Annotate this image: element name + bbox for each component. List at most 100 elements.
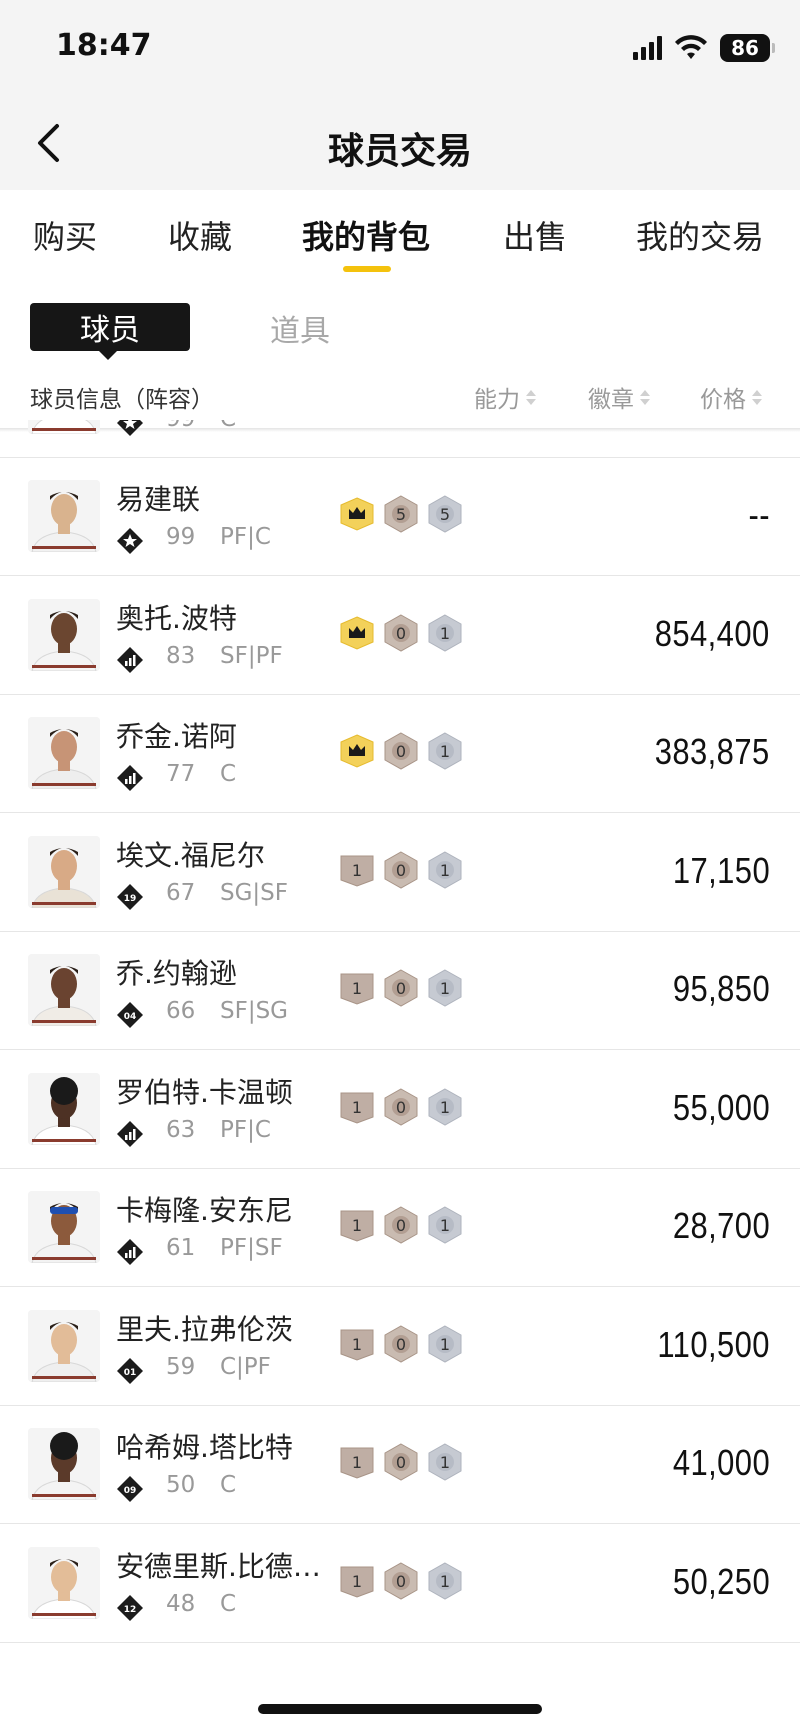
level-badge-icon: 1	[338, 850, 376, 890]
active-tab-indicator	[343, 266, 391, 272]
tab-sell[interactable]: 出售	[503, 212, 567, 258]
home-indicator	[258, 1704, 542, 1714]
player-name: 罗伯特.卡温顿	[116, 1075, 293, 1109]
status-time: 18:47	[56, 28, 152, 63]
svg-text:1: 1	[440, 861, 450, 880]
badge-group: 1 0 1	[338, 1087, 464, 1127]
svg-text:1: 1	[440, 1453, 450, 1472]
badge-group: 1 0 1	[338, 1442, 464, 1482]
svg-text:5: 5	[396, 505, 406, 524]
tier-icon	[116, 1120, 144, 1148]
player-rating: 48	[166, 1590, 196, 1617]
svg-text:1: 1	[440, 1216, 450, 1235]
player-name: 埃文.福尼尔	[116, 838, 265, 872]
tier-icon	[116, 527, 144, 555]
player-row[interactable]: 里夫.拉弗伦茨 01 59 C|PF 1 0 1 110,500	[0, 1288, 800, 1406]
player-avatar	[28, 954, 100, 1026]
nav-bar: 球员交易	[0, 100, 800, 190]
column-header-price[interactable]: 价格	[700, 380, 762, 414]
player-price: 55,000	[672, 1086, 770, 1128]
crown-badge-icon	[338, 613, 376, 653]
player-name: 安德里斯.比德…	[116, 1549, 321, 1583]
level-badge-icon: 5	[426, 494, 464, 534]
level-badge-icon: 0	[382, 1087, 420, 1127]
svg-text:1: 1	[440, 1572, 450, 1591]
player-row[interactable]: 乔.约翰逊 04 66 SF|SG 1 0 1 95,850	[0, 932, 800, 1050]
player-position: C	[220, 761, 237, 787]
tab-favorites[interactable]: 收藏	[168, 212, 232, 258]
player-row[interactable]: 易建联 99 PF|C 5 5 --	[0, 458, 800, 576]
svg-text:1: 1	[440, 1098, 450, 1117]
column-header-info: 球员信息（阵容）	[30, 387, 214, 413]
player-price: 110,500	[657, 1323, 770, 1365]
player-avatar	[28, 598, 100, 671]
signal-icon	[633, 36, 662, 60]
player-row[interactable]: 奥托.波特 83 SF|PF 0 1 854,400	[0, 577, 800, 695]
tab-my-trades[interactable]: 我的交易	[636, 212, 764, 258]
player-avatar	[28, 717, 100, 789]
svg-text:01: 01	[124, 1368, 137, 1378]
player-rating: 99	[166, 420, 195, 432]
tier-icon	[116, 764, 144, 792]
tab-my-backpack[interactable]: 我的背包	[302, 212, 430, 258]
player-row[interactable]: 罗伯特.卡温顿 63 PF|C 1 0 1 55,000	[0, 1051, 800, 1169]
player-name: 乔金.诺阿	[116, 720, 237, 753]
column-header-price-label: 价格	[700, 387, 746, 413]
main-tabs: 购买 收藏 我的背包 出售 我的交易	[0, 190, 800, 280]
player-position: C	[220, 420, 236, 432]
level-badge-icon: 0	[382, 1561, 420, 1601]
level-badge-icon: 1	[338, 1561, 376, 1601]
player-name: 里夫.拉弗伦茨	[116, 1312, 293, 1346]
level-badge-icon: 1	[426, 1442, 464, 1482]
level-badge-icon: 1	[426, 1205, 464, 1245]
badge-group: 1 0 1	[338, 1205, 464, 1245]
svg-text:12: 12	[124, 1605, 137, 1615]
tier-icon: 12	[116, 1594, 144, 1622]
badge-group: 1 0 1	[338, 1561, 464, 1601]
column-header-ability[interactable]: 能力	[474, 380, 536, 414]
level-badge-icon: 1	[338, 1442, 376, 1482]
column-header-badge[interactable]: 徽章	[588, 380, 650, 414]
player-position: PF|C	[220, 524, 271, 550]
subtab-players[interactable]: 球员	[30, 303, 190, 351]
level-badge-icon: 1	[426, 613, 464, 653]
level-badge-icon: 1	[338, 1087, 376, 1127]
player-name: 奥托.波特	[116, 601, 237, 635]
badge-group: 01	[338, 731, 464, 771]
svg-text:1: 1	[352, 1335, 362, 1354]
tier-icon	[116, 646, 144, 674]
level-badge-icon: 1	[338, 968, 376, 1008]
crown-badge-icon	[338, 731, 376, 771]
player-row[interactable]: 埃文.福尼尔 19 67 SG|SF 1 0 1 17,150	[0, 814, 800, 932]
tier-icon: 19	[116, 883, 144, 911]
player-row[interactable]: 哈希姆.塔比特 09 50 C 1 0 1 41,000	[0, 1406, 800, 1524]
tab-buy[interactable]: 购买	[33, 212, 97, 258]
svg-text:0: 0	[396, 742, 406, 761]
svg-text:0: 0	[396, 861, 406, 880]
subtab-items[interactable]: 道具	[270, 306, 330, 350]
tier-icon: 01	[116, 1357, 144, 1385]
player-row[interactable]: 99 C	[0, 420, 800, 458]
badge-group: 1 0 1	[338, 850, 464, 890]
svg-text:1: 1	[440, 979, 450, 998]
level-badge-icon: 1	[426, 1087, 464, 1127]
badge-group: 1 0 1	[338, 1324, 464, 1364]
player-position: SG|SF	[220, 879, 289, 906]
column-header-badge-label: 徽章	[588, 387, 634, 413]
svg-text:1: 1	[352, 1453, 362, 1472]
player-rating: 59	[166, 1353, 196, 1380]
player-avatar	[28, 1546, 100, 1619]
column-header-ability-label: 能力	[474, 387, 520, 413]
sort-icon	[526, 389, 536, 405]
player-rating: 77	[166, 761, 196, 787]
player-avatar	[28, 420, 100, 434]
tier-icon: 09	[116, 1475, 144, 1503]
svg-text:1: 1	[352, 979, 362, 998]
player-row[interactable]: 卡梅隆.安东尼 61 PF|SF 1 0 1 28,700	[0, 1169, 800, 1287]
level-badge-icon: 0	[382, 1442, 420, 1482]
player-position: PF|SF	[220, 1235, 283, 1261]
level-badge-icon: 1	[426, 850, 464, 890]
player-row[interactable]: 乔金.诺阿 77 C 0 1 383,875	[0, 695, 800, 813]
player-row[interactable]: 安德里斯.比德… 12 48 C 1 0 1 50,250	[0, 1525, 800, 1643]
player-price: 383,875	[655, 731, 770, 772]
